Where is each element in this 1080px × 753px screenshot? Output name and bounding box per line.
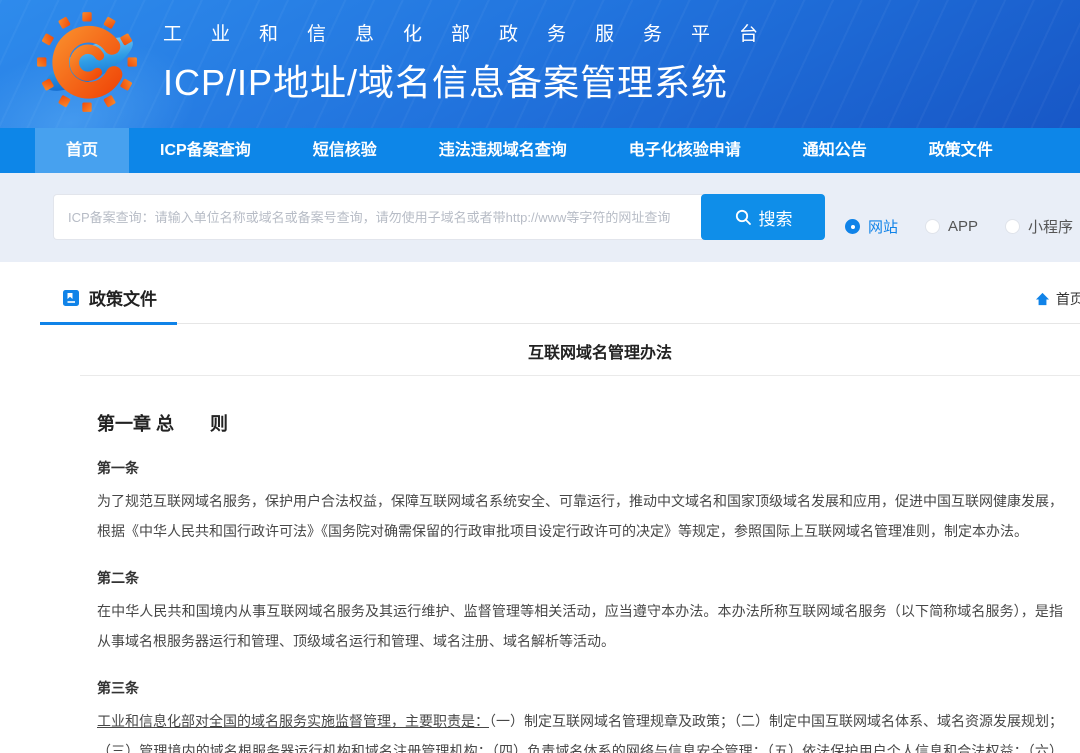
article-heading: 第三条: [97, 678, 1063, 698]
search-type-option-label: 网站: [868, 216, 898, 237]
search-band: 搜索 网站APP小程序快应用: [0, 173, 1080, 262]
nav-item-0[interactable]: 首页: [35, 128, 129, 173]
page: 工业和信息化部政务服务平台 ICP/IP地址/域名信息备案管理系统 首页ICP备…: [0, 0, 1080, 753]
article-heading: 第一条: [97, 458, 1063, 478]
icp-search-input[interactable]: [53, 194, 703, 240]
search-type-option-2[interactable]: 小程序: [1005, 216, 1073, 237]
main-nav: 首页ICP备案查询短信核验违法违规域名查询电子化核验申请通知公告政策文件: [0, 128, 1080, 173]
tab-policy-documents[interactable]: 政策文件: [40, 285, 177, 325]
article-text: 工业和信息化部对全国的域名服务实施监督管理，主要职责是：（一）制定互联网域名管理…: [97, 706, 1063, 753]
search-type-option-0[interactable]: 网站: [845, 216, 898, 237]
document-body: 第一章 总 则 第一条为了规范互联网域名服务，保护用户合法权益，保障互联网域名系…: [97, 410, 1063, 753]
article-text: 在中华人民共和国境内从事互联网域名服务及其运行维护、监督管理等相关活动，应当遵守…: [97, 596, 1063, 656]
nav-item-5[interactable]: 通知公告: [772, 128, 898, 173]
radio-selected-icon: [845, 219, 860, 234]
search-type-option-1[interactable]: APP: [925, 218, 978, 235]
nav-item-6[interactable]: 政策文件: [898, 128, 1024, 173]
nav-item-3[interactable]: 违法违规域名查询: [408, 128, 598, 173]
nav-item-1[interactable]: ICP备案查询: [129, 128, 282, 173]
radio-unselected-icon: [1005, 219, 1020, 234]
search-type-option-label: 小程序: [1028, 216, 1073, 237]
home-icon: [1035, 292, 1050, 306]
platform-subtitle: 工业和信息化部政务服务平台: [163, 19, 787, 46]
article-heading: 第二条: [97, 568, 1063, 588]
book-icon: [62, 289, 80, 307]
breadcrumb: 首页 > 政策文件: [1035, 289, 1080, 323]
search-button-label: 搜索: [759, 205, 793, 230]
breadcrumb-home-link[interactable]: 首页: [1056, 289, 1080, 309]
nav-item-2[interactable]: 短信核验: [282, 128, 408, 173]
articles-list: 第一条为了规范互联网域名服务，保护用户合法权益，保障互联网域名系统安全、可靠运行…: [97, 458, 1063, 753]
search-button[interactable]: 搜索: [701, 194, 825, 240]
section-title: 政策文件: [89, 285, 157, 310]
search-icon: [734, 208, 752, 226]
nav-item-4[interactable]: 电子化核验申请: [598, 128, 772, 173]
search-type-option-label: APP: [948, 218, 978, 235]
content-card: 政策文件 首页 > 政策文件 互联网域名管理办法 第一章 总 则 第一条为了规范…: [40, 285, 1080, 753]
miit-logo-icon[interactable]: [35, 10, 139, 114]
article-text: 为了规范互联网域名服务，保护用户合法权益，保障互联网域名系统安全、可靠运行，推动…: [97, 486, 1063, 546]
section-bar: 政策文件 首页 > 政策文件: [40, 285, 1080, 324]
chapter-heading: 第一章 总 则: [97, 410, 1063, 436]
document-title: 互联网域名管理办法: [40, 339, 1080, 363]
title-divider: [80, 375, 1080, 376]
radio-unselected-icon: [925, 219, 940, 234]
search-type-radio-group: 网站APP小程序快应用: [845, 216, 1080, 237]
site-title: ICP/IP地址/域名信息备案管理系统: [163, 54, 787, 106]
site-header: 工业和信息化部政务服务平台 ICP/IP地址/域名信息备案管理系统: [0, 0, 1080, 128]
